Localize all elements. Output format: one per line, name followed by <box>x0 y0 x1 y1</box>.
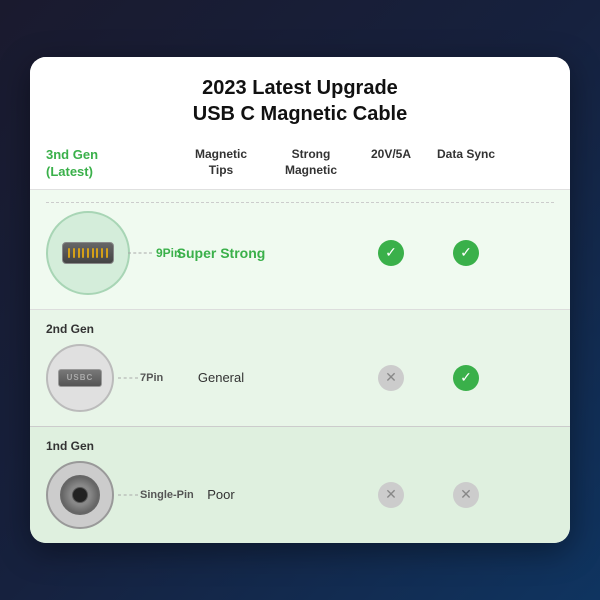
check-icon-power-3rd: ✓ <box>378 240 404 266</box>
comparison-card: 2023 Latest UpgradeUSB C Magnetic Cable … <box>30 57 570 543</box>
magnetic-tips-3rd: Super Strong <box>176 245 266 261</box>
device-3rd-gen: 9Pin <box>46 211 176 295</box>
gen-label-2nd: 2nd Gen <box>46 322 554 336</box>
gen-label-1st: 1nd Gen <box>46 439 554 453</box>
device-1st-gen: Single-Pin <box>46 461 176 529</box>
dash-line-3rd <box>128 252 152 253</box>
col-header-data-sync: Data Sync <box>426 147 506 181</box>
check-icon-sync-3rd: ✓ <box>453 240 479 266</box>
data-sync-icon-3rd: ✓ <box>426 240 506 266</box>
connector-single-inner <box>72 487 88 503</box>
magnetic-tips-2nd: General <box>176 370 266 385</box>
header: 2023 Latest UpgradeUSB C Magnetic Cable <box>30 57 570 141</box>
device-2nd-gen: USBC 7Pin <box>46 344 176 412</box>
pin-label-2nd: 7Pin <box>140 372 163 384</box>
pin-label-1st: Single-Pin <box>140 489 194 501</box>
connector-large <box>62 242 114 264</box>
x-icon-sync-1st: ✕ <box>453 482 479 508</box>
x-icon-power-2nd: ✕ <box>378 365 404 391</box>
connector-single <box>60 475 100 515</box>
col-header-power: 20V/5A <box>356 147 426 181</box>
device-image-2nd: USBC <box>46 344 114 412</box>
row-2nd-gen: 2nd Gen USBC 7Pin General ✕ <box>30 309 570 426</box>
power-icon-2nd: ✕ <box>356 365 426 391</box>
power-icon-3rd: ✓ <box>356 240 426 266</box>
column-headers: 3nd Gen (Latest) Magnetic Tips Strong Ma… <box>30 141 570 189</box>
data-sync-icon-2nd: ✓ <box>426 365 506 391</box>
col-header-strong-magnetic: Strong Magnetic <box>266 147 356 181</box>
data-sync-icon-1st: ✕ <box>426 482 506 508</box>
dash-line-2nd <box>118 377 138 378</box>
col-header-magnetic-tips: Magnetic Tips <box>176 147 266 181</box>
pin-label-3rd: 9Pin <box>156 246 181 260</box>
dash-line-1st <box>118 494 138 495</box>
x-icon-power-1st: ✕ <box>378 482 404 508</box>
connector-medium: USBC <box>58 369 102 387</box>
check-icon-sync-2nd: ✓ <box>453 365 479 391</box>
col-header-gen: 3nd Gen (Latest) <box>46 147 176 181</box>
device-image-1st <box>46 461 114 529</box>
row-1st-gen: 1nd Gen Single-Pin Poor ✕ <box>30 426 570 543</box>
row-3rd-gen: 9Pin Super Strong ✓ ✓ <box>30 189 570 309</box>
power-icon-1st: ✕ <box>356 482 426 508</box>
page-title: 2023 Latest UpgradeUSB C Magnetic Cable <box>50 75 550 127</box>
device-image-3rd <box>46 211 130 295</box>
